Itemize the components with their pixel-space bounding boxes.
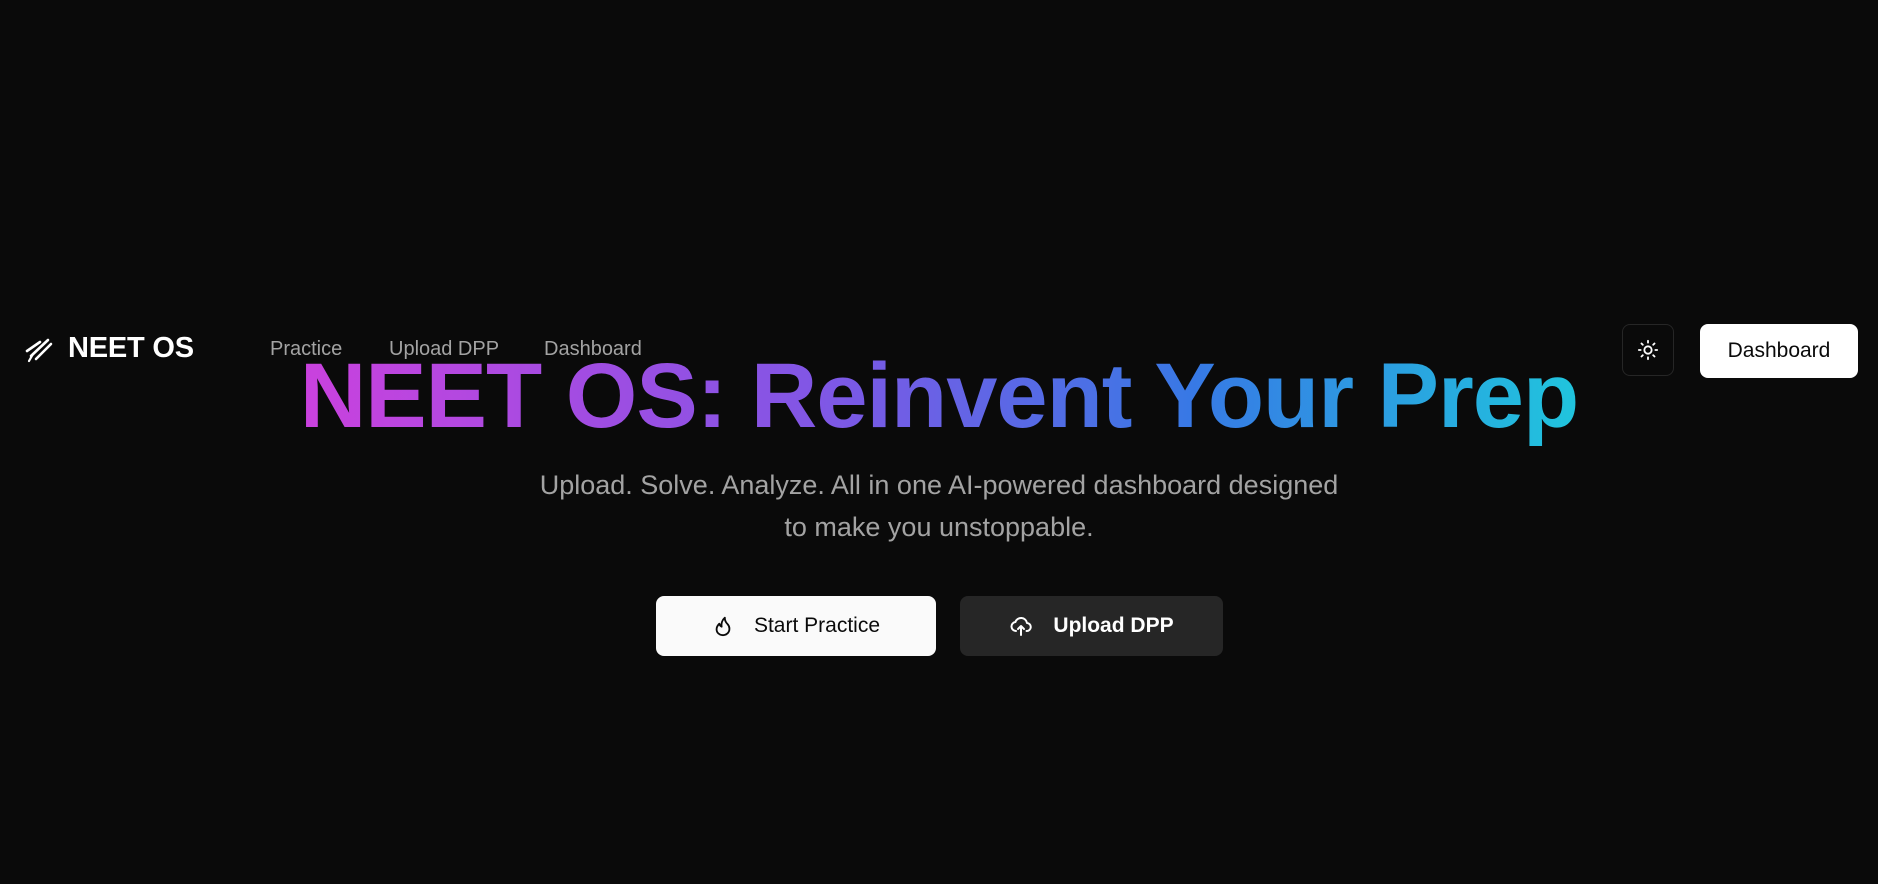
upload-dpp-button[interactable]: Upload DPP (960, 596, 1223, 656)
sun-icon (1637, 339, 1659, 361)
flame-icon (715, 616, 731, 637)
feather-logo-icon (25, 338, 53, 362)
theme-toggle-button[interactable] (1622, 324, 1674, 376)
hero-subtitle-line-1: Upload. Solve. Analyze. All in one AI-po… (539, 470, 1339, 500)
brand-logo[interactable]: NEET OS (24, 332, 194, 365)
header-dashboard-button[interactable]: Dashboard (1700, 324, 1858, 378)
hero-subtitle-line-2: to make you unstoppable. (784, 512, 1094, 542)
start-practice-label: Start Practice (753, 614, 881, 637)
nav-link-upload-dpp[interactable]: Upload DPP (389, 338, 499, 361)
cloud-upload-icon (1010, 616, 1033, 636)
landing-page: NEET OS Practice Upload DPP Dashboard Da… (0, 0, 1878, 884)
nav-link-practice[interactable]: Practice (270, 338, 342, 361)
hero-subtitle: Upload. Solve. Analyze. All in one AI-po… (499, 464, 1379, 548)
brand-name: NEET OS (68, 332, 194, 364)
upload-dpp-label: Upload DPP (1053, 614, 1174, 637)
nav-link-dashboard[interactable]: Dashboard (544, 338, 642, 361)
hero-title: NEET OS: Reinvent Your Prep (0, 346, 1878, 446)
start-practice-button[interactable]: Start Practice (656, 596, 936, 656)
